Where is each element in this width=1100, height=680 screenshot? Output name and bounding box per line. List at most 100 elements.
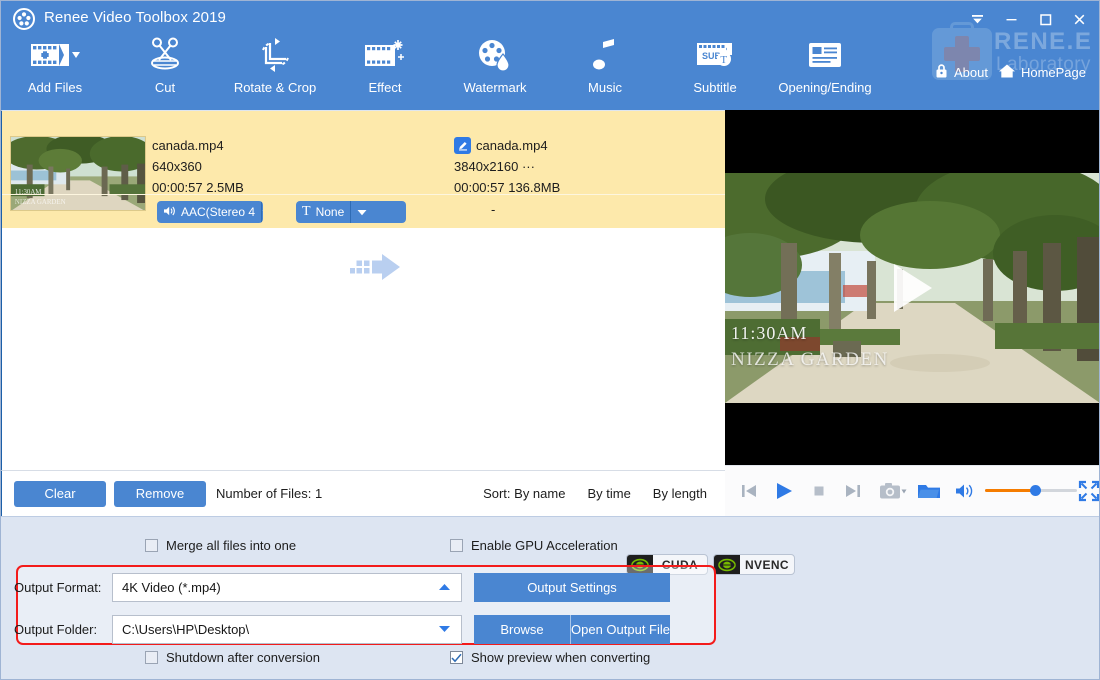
fullscreen-button[interactable] <box>1078 480 1100 502</box>
homepage-link[interactable]: HomePage <box>998 63 1086 82</box>
output-format-combo[interactable]: 4K Video (*.mp4) <box>112 572 462 602</box>
subtitle-chevron-down-icon[interactable] <box>351 201 373 223</box>
video-preview[interactable]: 11:30AM NIZZA GARDEN <box>725 110 1100 465</box>
skip-next-button[interactable] <box>843 481 863 501</box>
output-format-label: Output Format: <box>14 579 102 595</box>
toolbar-item-label: Cut <box>154 80 176 95</box>
main-toolbar: Add Files Cut Rotate & Crop Effect Water… <box>0 34 930 110</box>
toolbar-item-cut[interactable]: Cut <box>110 34 220 110</box>
toolbar-item-subtitle[interactable]: SUB T Subtitle <box>660 34 770 110</box>
file-row-bottom: AAC(Stereo 4 T None - <box>2 194 725 228</box>
video-frame: 11:30AM NIZZA GARDEN <box>725 173 1100 403</box>
nvenc-badge[interactable]: NVENC <box>713 554 795 575</box>
subtitle-track-value: None <box>315 205 345 219</box>
minimize-button[interactable] <box>994 4 1028 34</box>
toolbar-item-label: Music <box>588 80 622 95</box>
bottom-panel: Merge all files into one Enable GPU Acce… <box>0 516 1100 680</box>
open-folder-button[interactable] <box>917 481 941 501</box>
subtitle-t-icon: T <box>302 204 311 219</box>
toolbar-item-watermark[interactable]: Watermark <box>440 34 550 110</box>
output-folder-combo[interactable]: C:\Users\HP\Desktop\ <box>112 614 462 644</box>
video-overlay-time: 11:30AM <box>731 323 808 343</box>
maximize-button[interactable] <box>1028 4 1062 34</box>
volume-button[interactable] <box>955 482 975 500</box>
play-overlay-icon[interactable] <box>893 264 932 312</box>
output-folder-label: Output Folder: <box>14 621 98 637</box>
effect-film-icon <box>363 34 407 76</box>
volume-slider[interactable] <box>985 482 1077 500</box>
audio-chevron-down-icon[interactable] <box>262 201 263 223</box>
chevron-down-icon[interactable] <box>438 620 451 638</box>
minimize-to-tray-button[interactable] <box>960 4 994 34</box>
corner-links: About HomePage <box>934 63 1086 82</box>
clear-button[interactable]: Clear <box>14 480 106 507</box>
checkbox-box <box>145 651 158 664</box>
checkbox-box <box>450 651 463 664</box>
snapshot-button[interactable] <box>879 481 907 501</box>
output-format-value: 4K Video (*.mp4) <box>122 579 221 595</box>
volume-thumb[interactable] <box>1030 485 1041 496</box>
edit-pencil-icon[interactable] <box>454 137 471 154</box>
gpu-acceleration-label: Enable GPU Acceleration <box>471 538 618 553</box>
add-files-icon <box>28 34 82 76</box>
toolbar-item-rotate-crop[interactable]: Rotate & Crop <box>220 34 330 110</box>
file-list-row[interactable]: 11:30AM NIZZA GARDEN canada.mp4 640x360 … <box>2 111 725 228</box>
output-format-row: Output Format: 4K Video (*.mp4) Output S… <box>0 572 670 602</box>
gpu-acceleration-checkbox[interactable]: Enable GPU Acceleration <box>450 538 618 553</box>
output-file-meta: canada.mp4 3840x2160 ··· 00:00:57 136.8M… <box>454 135 560 198</box>
input-filename: canada.mp4 <box>152 138 224 153</box>
open-output-file-button[interactable]: Open Output File <box>571 614 670 644</box>
about-link[interactable]: About <box>934 63 988 82</box>
sort-by-time-option[interactable]: By time <box>587 486 630 501</box>
close-button[interactable] <box>1062 4 1096 34</box>
shutdown-checkbox[interactable]: Shutdown after conversion <box>145 650 320 665</box>
merge-files-checkbox[interactable]: Merge all files into one <box>145 538 296 553</box>
checkbox-box <box>145 539 158 552</box>
skip-previous-button[interactable] <box>739 481 759 501</box>
shutdown-label: Shutdown after conversion <box>166 650 320 665</box>
output-settings-button[interactable]: Output Settings <box>474 572 670 602</box>
stop-button[interactable] <box>811 483 827 499</box>
toolbar-item-label: Subtitle <box>693 80 737 95</box>
renee-video-toolbox-window: Renee Video Toolbox 2019 RENE.E Laborato… <box>0 0 1100 680</box>
volume-fill <box>985 489 1036 492</box>
video-overlay-place: NIZZA GARDEN <box>731 349 889 370</box>
remove-button[interactable]: Remove <box>114 480 206 507</box>
subtitle-track-selector[interactable]: T None <box>296 201 406 223</box>
home-icon <box>998 63 1016 82</box>
audio-track-selector[interactable]: AAC(Stereo 4 <box>157 201 263 223</box>
output-folder-row: Output Folder: C:\Users\HP\Desktop\ Brow… <box>0 614 670 644</box>
file-list[interactable]: 11:30AM NIZZA GARDEN canada.mp4 640x360 … <box>0 110 725 470</box>
film-reel-icon <box>12 7 36 31</box>
homepage-label: HomePage <box>1020 65 1086 80</box>
browse-button[interactable]: Browse <box>474 614 571 644</box>
app-title: Renee Video Toolbox 2019 <box>44 9 226 26</box>
title-row: Renee Video Toolbox 2019 <box>0 0 1100 38</box>
watermark-icon <box>476 34 514 76</box>
rotate-crop-icon <box>255 34 295 76</box>
toolbar-item-music[interactable]: Music <box>550 34 660 110</box>
opening-ending-icon <box>806 34 844 76</box>
toolbar-item-label: Opening/Ending <box>778 80 872 95</box>
toolbar-item-add-files[interactable]: Add Files <box>0 34 110 110</box>
nvidia-eye-icon <box>714 555 740 574</box>
checkmark-icon <box>451 653 462 662</box>
toolbar-item-label: Add Files <box>27 80 83 95</box>
options-row-top: Merge all files into one Enable GPU Acce… <box>0 537 810 575</box>
output-track-placeholder: - <box>491 202 496 217</box>
show-preview-checkbox[interactable]: Show preview when converting <box>450 650 650 665</box>
show-preview-label: Show preview when converting <box>471 650 651 665</box>
sort-by-name-option[interactable]: Sort: By name <box>483 486 565 501</box>
chevron-up-icon[interactable] <box>438 578 451 596</box>
sort-by-length-option[interactable]: By length <box>653 486 707 501</box>
toolbar-item-opening-ending[interactable]: Opening/Ending <box>770 34 880 110</box>
speaker-small-icon <box>163 205 176 220</box>
sort-controls: Sort: By name By time By length <box>483 486 707 501</box>
checkbox-box <box>450 539 463 552</box>
play-button[interactable] <box>773 480 795 502</box>
toolbar-item-effect[interactable]: Effect <box>330 34 440 110</box>
about-label: About <box>953 65 988 80</box>
file-list-toolbar: Clear Remove Number of Files: 1 Sort: By… <box>0 470 725 516</box>
options-row-bottom: Shutdown after conversion Show preview w… <box>0 650 810 670</box>
subtitle-icon: SUB T <box>694 34 736 76</box>
